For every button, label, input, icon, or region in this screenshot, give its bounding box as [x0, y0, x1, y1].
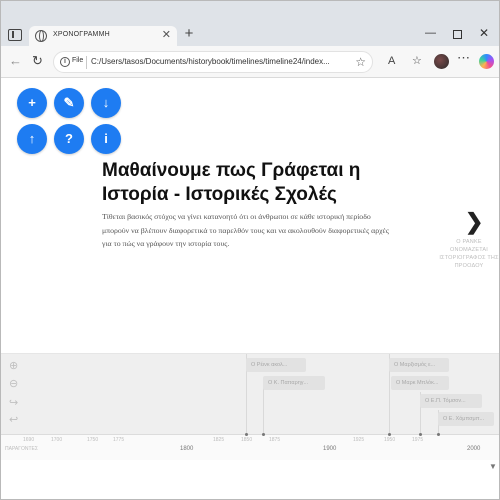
zoom-in-icon[interactable]: ⊕	[9, 360, 18, 372]
close-window-button[interactable]: ✕	[479, 27, 489, 39]
tab-strip: ΧΡΟΝΟΓΡΑΜΜΗ ✕ + — ✕	[1, 1, 499, 46]
event-marker	[388, 433, 391, 436]
timeline-navigator[interactable]: ⊕ ⊖ ↪ ↩ Ο Ρέινκ ακολ... Ο Κ. Παπαρηγ... …	[1, 353, 499, 435]
more-menu-icon[interactable]: ⋯	[457, 51, 470, 65]
tick-label: 1975	[412, 437, 424, 443]
tick-label-major: 1800	[180, 446, 194, 452]
info-button[interactable]: i	[91, 124, 121, 154]
event-marker	[262, 433, 265, 436]
tick-label: 1750	[87, 437, 99, 443]
maximize-button[interactable]	[453, 30, 462, 39]
download-button[interactable]: ↓	[91, 88, 121, 118]
slide-headline: Μαθαίνουμε πως Γράφεται η Ιστορία - Ιστο…	[102, 160, 361, 205]
close-tab-icon[interactable]: ✕	[162, 29, 171, 41]
tick-label: 1700	[51, 437, 63, 443]
scroll-down-arrow-icon[interactable]: ▼	[489, 462, 497, 471]
tick-label: 1950	[384, 437, 396, 443]
timeline-event[interactable]: Ο Μαρξισμός ε...	[389, 358, 449, 372]
timeline-event[interactable]: Ο Ε. Χόμπσμπ...	[438, 412, 494, 426]
tick-label: 1875	[269, 437, 281, 443]
address-bar[interactable]: i File C:/Users/tasos/Documents/historyb…	[53, 51, 373, 73]
event-marker	[419, 433, 422, 436]
tick-label: 1850	[241, 437, 253, 443]
browser-window: ΧΡΟΝΟΓΡΑΜΜΗ ✕ + — ✕ ← ↻ i File C:/Users/…	[0, 0, 500, 500]
timeline-event[interactable]: Ο Ρέινκ ακολ...	[246, 358, 306, 372]
redo-icon[interactable]: ↪	[9, 397, 18, 409]
copilot-icon[interactable]	[479, 54, 494, 69]
tick-label: 1925	[353, 437, 365, 443]
new-tab-button[interactable]: +	[182, 26, 196, 42]
tab-title: ΧΡΟΝΟΓΡΑΜΜΗ	[53, 31, 110, 38]
tick-label-major: 1900	[323, 446, 337, 452]
back-button[interactable]: ←	[9, 54, 22, 68]
timeline-event[interactable]: Ο Ε.Π. Τόμσον...	[420, 394, 482, 408]
profile-avatar[interactable]	[434, 54, 449, 69]
address-separator	[86, 56, 87, 69]
timeline-event[interactable]: Ο Μαρκ Μπλόκ...	[391, 376, 449, 390]
page-content: + ✎ ↓ ↑ ? i Μαθαίνουμε πως Γράφεται η Ισ…	[1, 79, 499, 499]
tab-active[interactable]: ΧΡΟΝΟΓΡΑΜΜΗ ✕	[29, 26, 177, 46]
timeline-event[interactable]: Ο Κ. Παπαρηγ...	[263, 376, 325, 390]
file-chip: File	[72, 57, 84, 64]
edit-button[interactable]: ✎	[54, 88, 84, 118]
next-slide-arrow-icon[interactable]: ❯	[465, 211, 483, 233]
minimize-button[interactable]: —	[425, 27, 436, 39]
tick-label: 1825	[213, 437, 225, 443]
axis-start-label: ΠΑΡΑΓΟΝΤΕΣ	[5, 446, 38, 452]
globe-icon	[35, 30, 47, 42]
zoom-out-icon[interactable]: ⊖	[9, 378, 18, 390]
read-aloud-icon[interactable]: A	[388, 54, 395, 68]
tick-label: 1690	[23, 437, 35, 443]
tick-label-major: 2000	[467, 446, 481, 452]
time-axis[interactable]: ΠΑΡΑΓΟΝΤΕΣ 1690 1700 1750 1775 1825 1850…	[1, 433, 499, 460]
event-marker	[437, 433, 440, 436]
add-button[interactable]: +	[17, 88, 47, 118]
event-marker	[245, 433, 248, 436]
help-button[interactable]: ?	[54, 124, 84, 154]
next-slide-label[interactable]: Ο ΡΑΝΚΕ ΟΝΟΜΑΖΕΤΑΙ ΙΣΤΟΡΙΟΓΡΑΦΟΣ ΤΗΣ ΠΡΟ…	[437, 238, 499, 270]
info-icon[interactable]: i	[60, 57, 70, 67]
favorites-icon[interactable]: ☆	[412, 54, 422, 68]
reload-button[interactable]: ↻	[32, 54, 43, 68]
tick-label: 1775	[113, 437, 125, 443]
browser-toolbar: ← ↻ i File C:/Users/tasos/Documents/hist…	[1, 46, 499, 78]
slide-lead-text: Τίθεται βασικός στόχος να γίνει κατανοητ…	[102, 212, 389, 248]
undo-icon[interactable]: ↩	[9, 414, 18, 426]
url-text[interactable]: C:/Users/tasos/Documents/historybook/tim…	[91, 57, 330, 66]
tab-actions-icon[interactable]	[8, 29, 22, 41]
favorite-star-icon[interactable]: ☆	[355, 55, 366, 69]
upload-button[interactable]: ↑	[17, 124, 47, 154]
